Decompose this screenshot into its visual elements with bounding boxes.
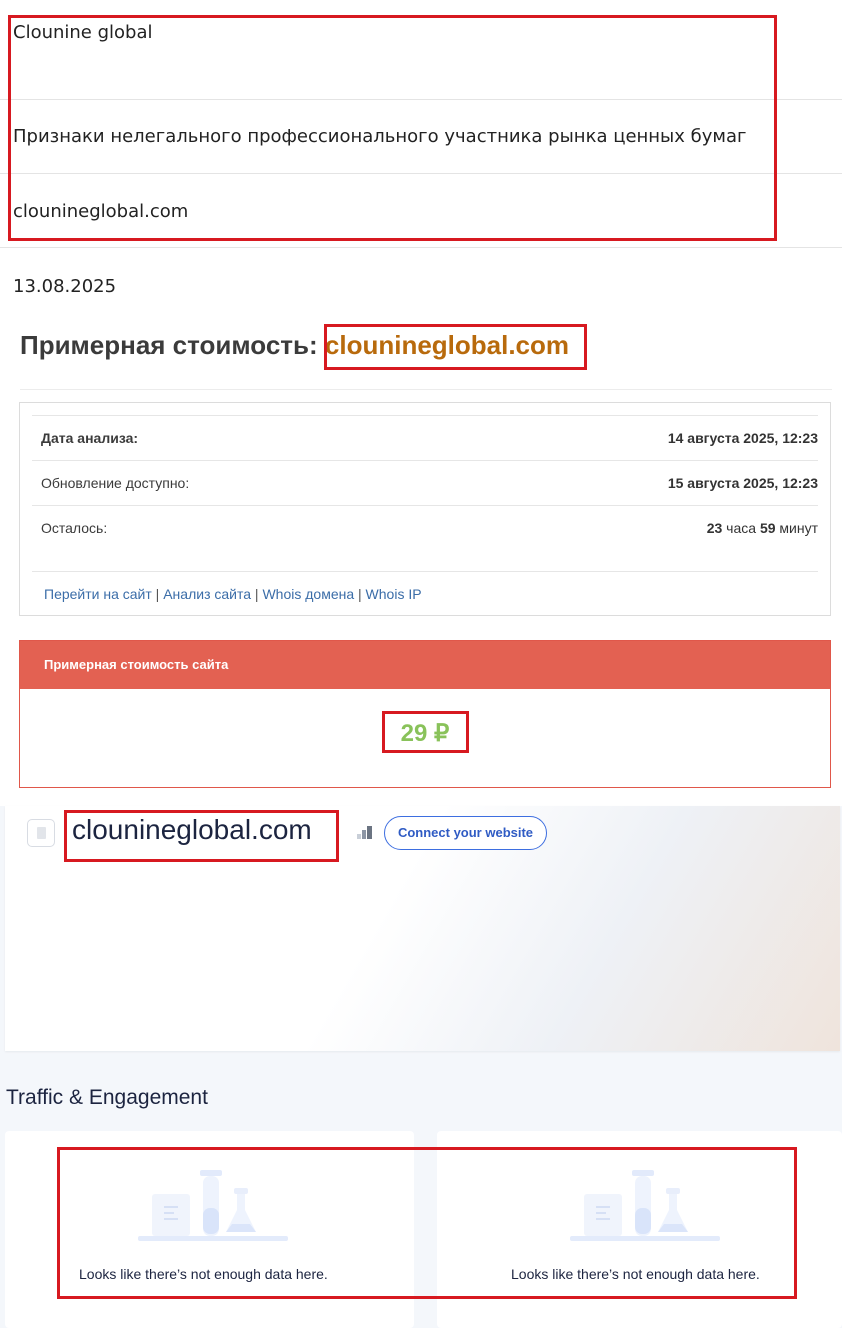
- remaining-label: Осталось:: [41, 520, 108, 536]
- remaining-minutes: 59: [759, 520, 776, 536]
- rank-bars-icon: [357, 826, 372, 839]
- traffic-engagement-title: Traffic & Engagement: [6, 1086, 208, 1109]
- analysis-date-value: 14 августа 2025, 12:23: [667, 430, 818, 446]
- document-icon: [27, 819, 55, 847]
- analysis-row-update: Обновление доступно: 15 августа 2025, 12…: [32, 460, 818, 505]
- highlight-box-no-data: [57, 1147, 797, 1299]
- link-site-analysis[interactable]: Анализ сайта: [163, 586, 251, 602]
- link-go-to-site[interactable]: Перейти на сайт: [44, 586, 152, 602]
- analysis-row-spacer: [32, 571, 818, 572]
- remaining-hours: 23: [706, 520, 723, 536]
- analysis-links: Перейти на сайт | Анализ сайта | Whois д…: [44, 586, 422, 602]
- estimate-header: Примерная стоимость сайта: [20, 641, 830, 689]
- remaining-minutes-word: минут: [775, 520, 818, 536]
- valuation-title-prefix: Примерная стоимость:: [20, 330, 325, 360]
- remaining-hours-word: часа: [722, 520, 760, 536]
- remaining-value: 23 часа 59 минут: [707, 520, 818, 536]
- link-separator: |: [151, 586, 164, 602]
- analysis-row-remaining: Осталось: 23 часа 59 минут: [32, 505, 818, 550]
- highlight-box-registry: [8, 15, 777, 241]
- highlight-box-estimate: [382, 711, 469, 753]
- analysis-row-date: Дата анализа: 14 августа 2025, 12:23: [32, 415, 818, 460]
- update-available-value: 15 августа 2025, 12:23: [667, 475, 818, 491]
- link-whois-domain[interactable]: Whois домена: [262, 586, 354, 602]
- highlight-box-valuation-domain: [324, 324, 587, 370]
- connect-website-button[interactable]: Connect your website: [384, 816, 547, 850]
- update-available-label: Обновление доступно:: [41, 475, 190, 491]
- registry-date: 13.08.2025: [13, 276, 117, 297]
- link-separator: |: [354, 586, 366, 602]
- analysis-panel: Дата анализа: 14 августа 2025, 12:23 Обн…: [19, 402, 831, 616]
- analysis-date-label: Дата анализа:: [41, 430, 139, 446]
- link-separator: |: [251, 586, 263, 602]
- estimate-header-label: Примерная стоимость сайта: [44, 657, 229, 672]
- divider: [20, 389, 832, 390]
- link-whois-ip[interactable]: Whois IP: [366, 586, 422, 602]
- highlight-box-site-domain: [64, 810, 339, 862]
